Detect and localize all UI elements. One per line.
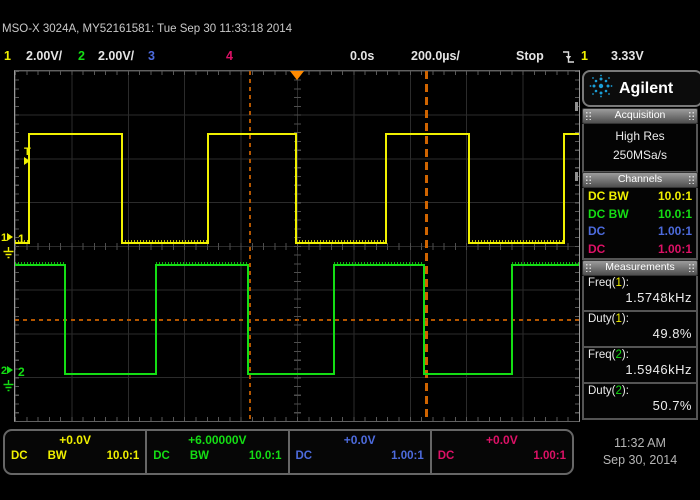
timebase-readout[interactable]: 200.0µs/ <box>411 49 460 63</box>
waveform-canvas <box>15 71 579 421</box>
channel4-number[interactable]: 4 <box>226 49 233 63</box>
channel2-coupling-label: DC <box>153 450 170 462</box>
channels-header-label: Channels <box>618 173 662 185</box>
channel1-status-row[interactable]: DC BW 10.0:1 <box>584 188 696 206</box>
channel3-probe: 1.00:1 <box>658 223 692 241</box>
channel2-settings-cell[interactable]: +6.00000V DC BW 10.0:1 <box>147 431 289 473</box>
measurement-name: Duty( <box>588 313 615 325</box>
measurement-value: 49.8% <box>588 326 692 341</box>
channel3-offset: +0.0V <box>296 433 424 450</box>
acquisition-section: Acquisition High Res 250MSa/s <box>582 108 698 173</box>
trigger-level-marker[interactable]: T <box>24 147 31 167</box>
channel1-position-marker[interactable]: 1 <box>1 233 13 243</box>
measurement-row[interactable]: Freq(1): 1.5748kHz <box>584 276 696 312</box>
channel1-waveform <box>15 134 579 243</box>
acquisition-header-label: Acquisition <box>615 109 666 121</box>
grip-dots-icon <box>688 111 695 120</box>
channel3-number[interactable]: 3 <box>148 49 155 63</box>
measurement-name: Freq( <box>588 349 615 361</box>
channel2-coupling: DC BW <box>588 206 629 224</box>
trigger-level-readout[interactable]: 3.33V <box>611 49 644 63</box>
channel1-probe-label: 10.0:1 <box>107 450 140 462</box>
channel1-probe: 10.0:1 <box>658 188 692 206</box>
measurement-value: 1.5748kHz <box>588 290 692 305</box>
channel2-probe-label: 10.0:1 <box>249 450 282 462</box>
run-state-badge[interactable]: Stop <box>516 49 544 63</box>
delay-readout[interactable]: 0.0s <box>350 49 374 63</box>
clock-time: 11:32 AM <box>585 435 695 452</box>
channel1-offset: +0.0V <box>11 433 139 450</box>
settings-bar: 1 2.00V/ 2 2.00V/ 3 4 0.0s 200.0µs/ Stop… <box>0 49 700 66</box>
channel2-wave-label: 2 <box>18 367 25 377</box>
channel1-coupling: DC BW <box>588 188 629 206</box>
trigger-source-readout[interactable]: 1 <box>581 49 588 63</box>
channel2-bw-label: BW <box>190 450 209 462</box>
clock-date: Sep 30, 2014 <box>585 452 695 469</box>
acquisition-mode: High Res <box>584 127 696 146</box>
brand-name: Agilent <box>619 80 673 98</box>
title-bar: MSO-X 3024A, MY52161581: Tue Sep 30 11:3… <box>2 23 292 35</box>
measurement-name-close: ): <box>622 277 629 289</box>
channels-header[interactable]: Channels <box>582 172 698 188</box>
measurement-row[interactable]: Duty(1): 49.8% <box>584 312 696 348</box>
channel2-marker-arrow-icon <box>7 366 13 374</box>
brand-box: Agilent <box>582 70 700 107</box>
grip-dots-icon <box>585 175 592 184</box>
channel3-settings-cell[interactable]: +0.0V DC 1.00:1 <box>290 431 432 473</box>
measurements-section: Measurements Freq(1): 1.5748kHz Duty(1):… <box>582 260 698 420</box>
channel1-marker-arrow-icon <box>7 233 13 241</box>
channel4-coupling-label: DC <box>438 450 455 462</box>
channel2-scale-button[interactable]: 2.00V/ <box>98 49 134 63</box>
channel2-offset: +6.00000V <box>153 433 281 450</box>
channel3-status-row[interactable]: DC 1.00:1 <box>584 223 696 241</box>
measurement-name-close: ): <box>622 313 629 325</box>
grip-dots-icon <box>688 175 695 184</box>
grip-dots-icon <box>585 111 592 120</box>
measurements-header-label: Measurements <box>605 261 674 273</box>
sample-rate: 250MSa/s <box>584 146 696 165</box>
channel1-settings-cell[interactable]: +0.0V DC BW 10.0:1 <box>5 431 147 473</box>
trigger-level-arrow-icon <box>24 157 30 165</box>
channel4-offset: +0.0V <box>438 433 566 450</box>
channel2-position-marker[interactable]: 2 <box>1 366 13 376</box>
channels-section: Channels DC BW 10.0:1 DC BW 10.0:1 DC 1.… <box>582 172 698 260</box>
grip-dots-icon <box>585 263 592 272</box>
trigger-edge-icon <box>562 50 575 67</box>
channel4-probe-label: 1.00:1 <box>533 450 566 462</box>
measurement-value: 1.5946kHz <box>588 362 692 377</box>
channel1-wave-label: 1 <box>18 234 25 244</box>
channel2-status-row[interactable]: DC BW 10.0:1 <box>584 206 696 224</box>
agilent-logo-icon <box>589 74 613 103</box>
channel2-waveform <box>15 265 579 374</box>
measurement-name-close: ): <box>622 385 629 397</box>
grip-dots-icon <box>688 263 695 272</box>
channel3-probe-label: 1.00:1 <box>391 450 424 462</box>
trigger-level-letter: T <box>24 147 31 157</box>
channel2-number[interactable]: 2 <box>78 49 85 63</box>
measurement-row[interactable]: Duty(2): 50.7% <box>584 384 696 418</box>
measurement-name: Duty( <box>588 385 615 397</box>
acquisition-header[interactable]: Acquisition <box>582 108 698 124</box>
channel1-scale-button[interactable]: 2.00V/ <box>26 49 62 63</box>
measurement-name-close: ): <box>622 349 629 361</box>
measurement-name: Freq( <box>588 277 615 289</box>
channel4-probe: 1.00:1 <box>658 241 692 259</box>
measurement-row[interactable]: Freq(2): 1.5946kHz <box>584 348 696 384</box>
channel1-ground-icon <box>3 246 14 264</box>
channel1-bw-label: BW <box>48 450 67 462</box>
channel-settings-bar: +0.0V DC BW 10.0:1 +6.00000V DC BW 10.0:… <box>3 429 574 475</box>
channel2-ground-icon <box>3 379 14 397</box>
channel1-number[interactable]: 1 <box>4 49 11 63</box>
channel1-coupling-label: DC <box>11 450 28 462</box>
channel4-status-row[interactable]: DC 1.00:1 <box>584 241 696 259</box>
channel3-coupling: DC <box>588 223 605 241</box>
channel2-probe: 10.0:1 <box>658 206 692 224</box>
measurements-header[interactable]: Measurements <box>582 260 698 276</box>
measurement-value: 50.7% <box>588 398 692 413</box>
channel4-settings-cell[interactable]: +0.0V DC 1.00:1 <box>432 431 572 473</box>
channel3-coupling-label: DC <box>296 450 313 462</box>
clock: 11:32 AM Sep 30, 2014 <box>585 435 695 469</box>
waveform-display <box>14 70 580 422</box>
channel4-coupling: DC <box>588 241 605 259</box>
